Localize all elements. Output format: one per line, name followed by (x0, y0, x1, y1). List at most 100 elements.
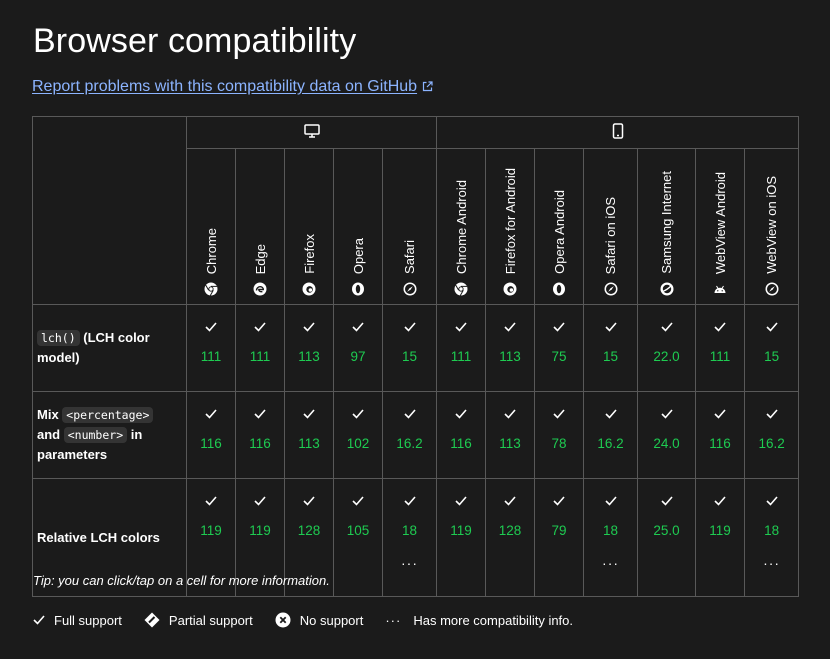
support-cell-webview-on-ios[interactable]: 16.2 (744, 391, 800, 479)
support-cell-edge[interactable]: 116 (235, 391, 285, 479)
browser-header-opera-android: Opera Android (534, 148, 585, 305)
check-icon (352, 494, 364, 506)
version-added: 22.0 (653, 349, 680, 364)
version-added: 116 (200, 436, 222, 451)
legend-label: No support (299, 612, 364, 628)
support-cell-samsung-internet[interactable]: 25.0 (637, 478, 697, 597)
support-cell-safari-on-ios[interactable]: 16.2 (583, 391, 639, 479)
support-cell-firefox-for-android[interactable]: 113 (485, 391, 536, 479)
check-icon (660, 494, 673, 506)
version-added: 128 (297, 523, 321, 538)
browser-name: Opera (350, 237, 366, 274)
support-cell-webview-on-ios[interactable]: 18 ··· (744, 478, 800, 597)
version-added: 119 (709, 523, 731, 538)
safari-icon (604, 282, 618, 296)
version-added: 116 (450, 436, 472, 451)
support-cell-samsung-internet[interactable]: 24.0 (637, 391, 697, 479)
check-icon (604, 407, 617, 419)
check-icon (504, 494, 516, 506)
table-corner (32, 116, 187, 305)
version-added: 24.0 (653, 436, 680, 451)
support-cell-safari[interactable]: 18 ··· (381, 478, 438, 597)
feature-lch[interactable]: lch() (LCH color model) (32, 304, 187, 392)
check-icon (766, 320, 778, 332)
legend: Full support Partial support No support … (33, 612, 595, 628)
support-cell-firefox[interactable]: 113 (284, 391, 334, 479)
version-added: 75 (551, 349, 567, 364)
support-cell-edge[interactable]: 111 (235, 304, 285, 392)
support-cell-opera-android[interactable]: 78 (534, 391, 585, 479)
browser-header-firefox: Firefox (284, 148, 334, 305)
version-added: 113 (499, 436, 521, 451)
check-icon (504, 407, 516, 419)
support-cell-webview-on-ios[interactable]: 15 (744, 304, 800, 392)
browser-header-opera: Opera (333, 148, 383, 305)
browser-header-safari-on-ios: Safari on iOS (583, 148, 639, 305)
more-info-icon: ··· (602, 555, 620, 571)
browser-header-webview-on-ios: WebView on iOS (744, 148, 800, 305)
support-cell-webview-android[interactable]: 119 (695, 478, 746, 597)
support-cell-opera-android[interactable]: 79 (534, 478, 585, 597)
safari-icon (765, 282, 779, 296)
no-support-icon (275, 612, 291, 628)
check-icon (254, 407, 266, 419)
version-added: 116 (709, 436, 731, 451)
browser-header-firefox-for-android: Firefox for Android (485, 148, 536, 305)
support-cell-firefox-for-android[interactable]: 128 (485, 478, 536, 597)
check-icon (205, 407, 217, 419)
page-title: Browser compatibility (33, 22, 357, 60)
check-icon (455, 320, 467, 332)
version-added: 16.2 (597, 436, 624, 451)
support-cell-opera[interactable]: 97 (333, 304, 383, 392)
browser-header-edge: Edge (235, 148, 285, 305)
check-icon (303, 494, 315, 506)
browser-header-samsung-internet: Samsung Internet (637, 148, 697, 305)
feature-mix-parameters[interactable]: Mix <percentage> and <number> in paramet… (32, 391, 187, 479)
support-cell-chrome-android[interactable]: 111 (436, 304, 487, 392)
legend-partial-support: Partial support (144, 612, 253, 628)
support-cell-webview-android[interactable]: 111 (695, 304, 746, 392)
legend-full-support: Full support (33, 613, 122, 628)
version-added: 128 (498, 523, 522, 538)
browser-header-chrome-android: Chrome Android (436, 148, 487, 305)
support-cell-firefox[interactable]: 113 (284, 304, 334, 392)
legend-label: Full support (54, 612, 122, 628)
legend-label: Has more compatibility info. (413, 612, 574, 628)
partial-support-icon (144, 612, 160, 628)
check-icon (254, 494, 266, 506)
feature-code: <number> (63, 427, 128, 443)
support-cell-safari-on-ios[interactable]: 15 (583, 304, 639, 392)
more-info-icon: ··· (401, 555, 419, 571)
legend-label: Partial support (168, 612, 253, 628)
firefox-icon (503, 282, 517, 296)
check-icon (660, 407, 673, 419)
version-added: 79 (551, 523, 567, 538)
browser-name: Safari on iOS (603, 196, 619, 274)
support-cell-opera[interactable]: 105 (333, 478, 383, 597)
support-cell-samsung-internet[interactable]: 22.0 (637, 304, 697, 392)
support-cell-chrome-android[interactable]: 116 (436, 391, 487, 479)
external-link-icon (422, 79, 433, 97)
compat-table: Chrome Edge Firefox Opera Safari Chrome Andro… (32, 116, 800, 597)
opera-icon (552, 282, 566, 296)
report-problems-link[interactable]: Report problems with this compatibility … (32, 78, 433, 97)
more-info-icon: ··· (385, 612, 402, 628)
support-cell-safari-on-ios[interactable]: 18 ··· (583, 478, 639, 597)
support-cell-safari[interactable]: 15 (381, 304, 438, 392)
support-cell-chrome[interactable]: 111 (186, 304, 236, 392)
support-cell-chrome[interactable]: 116 (186, 391, 236, 479)
support-cell-safari[interactable]: 16.2 (381, 391, 438, 479)
android-icon (713, 282, 727, 296)
browser-header-webview-android: WebView Android (695, 148, 746, 305)
support-cell-firefox-for-android[interactable]: 113 (485, 304, 536, 392)
feature-label: Mix (37, 407, 63, 422)
report-link-label: Report problems with this compatibility … (32, 78, 418, 95)
version-added: 119 (249, 523, 271, 538)
support-cell-opera[interactable]: 102 (333, 391, 383, 479)
support-cell-webview-android[interactable]: 116 (695, 391, 746, 479)
platform-mobile (436, 116, 800, 149)
support-cell-chrome-android[interactable]: 119 (436, 478, 487, 597)
feature-code: lch() (37, 330, 80, 346)
support-cell-opera-android[interactable]: 75 (534, 304, 585, 392)
browser-name: Opera Android (551, 190, 567, 274)
